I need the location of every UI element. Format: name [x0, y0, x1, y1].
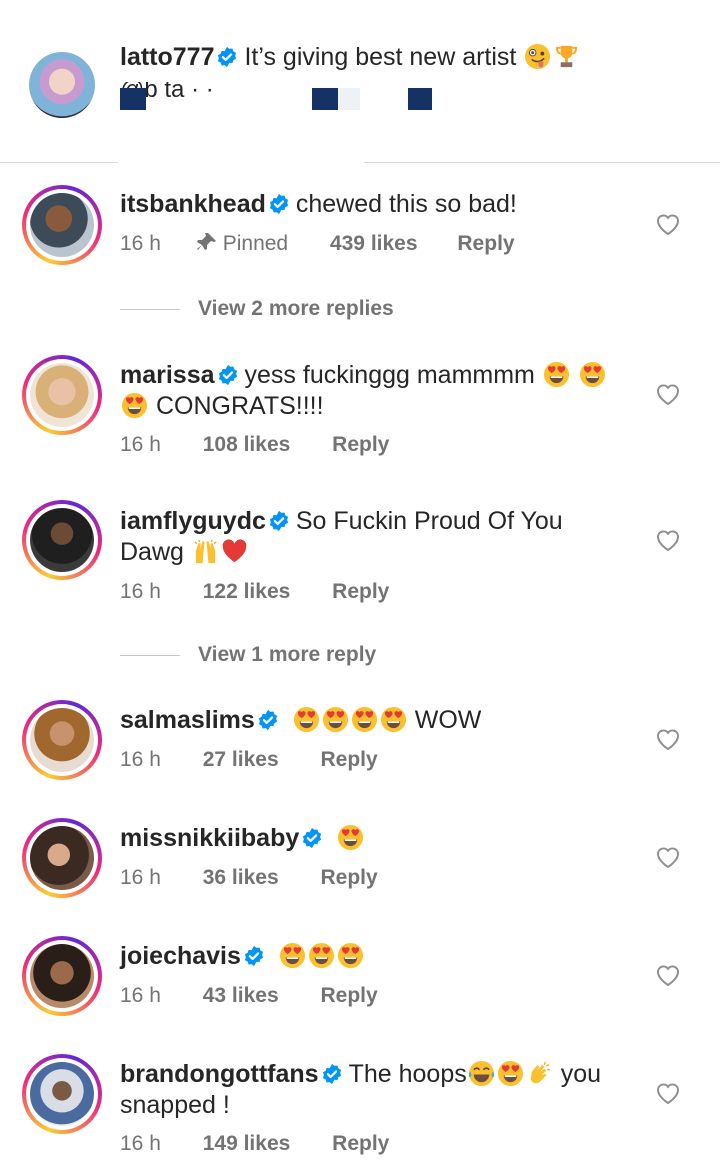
heart-eyes-emoji-icon	[337, 824, 364, 851]
comment-text: brandongottfans The hoops you snapped !	[120, 1060, 601, 1119]
heart-outline-icon[interactable]	[655, 528, 681, 552]
avatar[interactable]	[22, 936, 102, 1016]
comment-time: 16 h	[120, 232, 161, 255]
likes-count[interactable]: 27 likes	[203, 748, 279, 772]
avatar[interactable]	[22, 355, 102, 435]
verified-badge-icon	[217, 364, 239, 386]
reply-button[interactable]: Reply	[332, 580, 389, 604]
comment-time: 16 h	[120, 580, 161, 603]
post-author-avatar[interactable]	[22, 44, 102, 124]
comment-meta: 16 h 149 likes Reply	[120, 1132, 389, 1156]
avatar[interactable]	[22, 185, 102, 265]
raised-hands-emoji-icon	[192, 538, 219, 565]
likes-count[interactable]: 439 likes	[330, 232, 418, 256]
redaction-block	[338, 88, 360, 110]
heart-eyes-emoji-icon	[121, 392, 148, 419]
comment-text: iamflyguydc So Fuckin Proud Of You Dawg	[120, 507, 563, 566]
avatar[interactable]	[22, 500, 102, 580]
heart-eyes-emoji-icon	[579, 361, 606, 388]
comment-username[interactable]: brandongottfans	[120, 1060, 319, 1088]
redaction-block	[120, 88, 146, 110]
redaction-block	[408, 88, 432, 110]
comment-username[interactable]: marissa	[120, 361, 215, 389]
comment-username[interactable]: joiechavis	[120, 942, 241, 970]
reply-button[interactable]: Reply	[320, 866, 377, 890]
likes-count[interactable]: 43 likes	[203, 984, 279, 1008]
comment-time: 16 h	[120, 866, 161, 889]
heart-eyes-emoji-icon	[337, 942, 364, 969]
zany-face-emoji-icon	[524, 43, 551, 70]
likes-count[interactable]: 122 likes	[203, 580, 291, 604]
heart-eyes-emoji-icon	[308, 942, 335, 969]
pinned-indicator: Pinned	[197, 232, 288, 256]
redaction-block	[312, 88, 338, 110]
comment-time: 16 h	[120, 748, 161, 771]
comment-text: marissa yess fuckinggg mammmm CONGRATS!!!…	[120, 360, 630, 422]
comment-meta: 16 h Pinned 439 likes Reply	[120, 232, 515, 256]
caption-text: It’s giving best new artist	[244, 43, 517, 71]
post-username[interactable]: latto777	[120, 43, 214, 71]
comment-text: joiechavis	[120, 941, 630, 972]
comment-meta: 16 h 43 likes Reply	[120, 984, 378, 1008]
avatar[interactable]	[22, 1054, 102, 1134]
heart-eyes-emoji-icon	[380, 706, 407, 733]
comment-text: salmaslims WOW	[120, 706, 482, 734]
pin-icon	[197, 232, 217, 252]
comment-meta: 16 h 36 likes Reply	[120, 866, 378, 890]
red-heart-emoji-icon	[221, 538, 248, 565]
heart-outline-icon[interactable]	[655, 1081, 681, 1105]
tears-of-joy-emoji-icon	[468, 1060, 495, 1087]
comment-time: 16 h	[120, 984, 161, 1007]
likes-count[interactable]: 149 likes	[203, 1132, 291, 1156]
thread-line	[120, 654, 180, 656]
heart-eyes-emoji-icon	[293, 706, 320, 733]
heart-outline-icon[interactable]	[655, 963, 681, 987]
trophy-emoji-icon	[553, 43, 580, 70]
comment-meta: 16 h 27 likes Reply	[120, 748, 378, 772]
verified-badge-icon	[216, 46, 238, 68]
reply-button[interactable]: Reply	[332, 433, 389, 457]
likes-count[interactable]: 36 likes	[203, 866, 279, 890]
view-more-replies-button[interactable]: View 1 more reply	[120, 643, 376, 667]
comment-username[interactable]: salmaslims	[120, 706, 255, 734]
comment-text: missnikkiibaby	[120, 823, 630, 854]
heart-eyes-emoji-icon	[322, 706, 349, 733]
comment-username[interactable]: iamflyguydc	[120, 507, 266, 535]
heart-outline-icon[interactable]	[655, 727, 681, 751]
comment-meta: 16 h 122 likes Reply	[120, 580, 389, 604]
heart-outline-icon[interactable]	[655, 382, 681, 406]
verified-badge-icon	[268, 510, 290, 532]
comment-username[interactable]: missnikkiibaby	[120, 824, 299, 852]
reply-button[interactable]: Reply	[320, 984, 377, 1008]
comment-time: 16 h	[120, 433, 161, 456]
heart-eyes-emoji-icon	[497, 1060, 524, 1087]
reply-button[interactable]: Reply	[332, 1132, 389, 1156]
heart-eyes-emoji-icon	[351, 706, 378, 733]
avatar[interactable]	[22, 818, 102, 898]
likes-count[interactable]: 108 likes	[203, 433, 291, 457]
avatar[interactable]	[22, 700, 102, 780]
heart-outline-icon[interactable]	[655, 212, 681, 236]
comment-username[interactable]: itsbankhead	[120, 190, 266, 218]
verified-badge-icon	[268, 193, 290, 215]
verified-badge-icon	[243, 945, 265, 967]
verified-badge-icon	[257, 709, 279, 731]
heart-eyes-emoji-icon	[543, 361, 570, 388]
post-caption: latto777 It’s giving best new artist	[120, 42, 630, 73]
verified-badge-icon	[301, 827, 323, 849]
reply-button[interactable]: Reply	[320, 748, 377, 772]
clapping-hands-emoji-icon	[526, 1060, 553, 1087]
comment-time: 16 h	[120, 1132, 161, 1155]
reply-button[interactable]: Reply	[457, 232, 514, 256]
comment-text: itsbankhead chewed this so bad!	[120, 190, 517, 218]
view-more-replies-button[interactable]: View 2 more replies	[120, 297, 394, 321]
thread-line	[120, 308, 180, 310]
verified-badge-icon	[321, 1063, 343, 1085]
heart-eyes-emoji-icon	[279, 942, 306, 969]
comment-meta: 16 h 108 likes Reply	[120, 433, 389, 457]
divider-gap	[118, 158, 364, 166]
heart-outline-icon[interactable]	[655, 845, 681, 869]
